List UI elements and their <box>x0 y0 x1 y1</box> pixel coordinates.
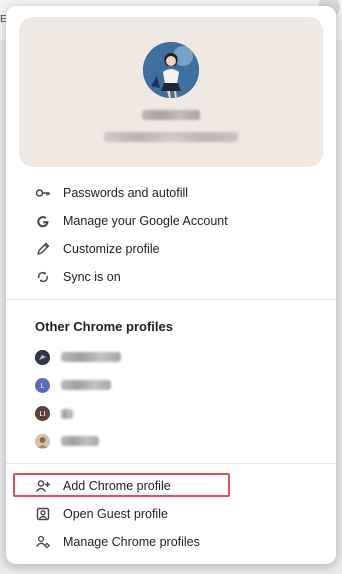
profile-name-redacted <box>61 352 121 362</box>
profile-name-redacted <box>61 380 111 390</box>
profile-avatar-initial: LI <box>35 406 50 421</box>
other-profiles-heading: Other Chrome profiles <box>35 319 173 334</box>
key-icon <box>34 184 52 202</box>
sync-status-item[interactable]: Sync is on <box>6 263 336 291</box>
sync-status-label: Sync is on <box>63 270 121 284</box>
guest-icon <box>34 505 52 523</box>
manage-chrome-profiles-item[interactable]: Manage Chrome profiles <box>6 528 336 556</box>
profile-name-redacted <box>142 110 200 120</box>
profile-email-redacted <box>104 132 238 142</box>
current-profile-card <box>19 17 323 167</box>
divider <box>6 299 336 300</box>
passwords-autofill-label: Passwords and autofill <box>63 186 189 200</box>
pencil-icon <box>34 240 52 258</box>
add-person-icon <box>34 477 52 495</box>
manage-profiles-icon <box>34 533 52 551</box>
profile-avatar-photo <box>35 350 50 365</box>
profile-name-redacted <box>61 436 99 446</box>
profile-name-redacted <box>61 409 73 419</box>
sync-icon <box>34 268 52 286</box>
other-profile-item[interactable]: LI <box>6 399 336 427</box>
divider <box>6 463 336 464</box>
profile-avatar-initial: L <box>35 378 50 393</box>
add-chrome-profile-item[interactable]: Add Chrome profile <box>6 472 336 500</box>
add-chrome-profile-label: Add Chrome profile <box>63 479 171 493</box>
manage-google-account-item[interactable]: Manage your Google Account <box>6 207 336 235</box>
open-guest-profile-item[interactable]: Open Guest profile <box>6 500 336 528</box>
other-profile-item[interactable] <box>6 427 336 455</box>
customize-profile-item[interactable]: Customize profile <box>6 235 336 263</box>
profile-menu: Passwords and autofill Manage your Googl… <box>6 6 336 564</box>
other-profile-item[interactable] <box>6 343 336 371</box>
customize-profile-label: Customize profile <box>63 242 160 256</box>
manage-chrome-profiles-label: Manage Chrome profiles <box>63 535 200 549</box>
other-profile-item[interactable]: L <box>6 371 336 399</box>
profile-avatar[interactable] <box>143 42 199 98</box>
passwords-autofill-item[interactable]: Passwords and autofill <box>6 179 336 207</box>
profile-avatar-photo <box>35 434 50 449</box>
google-g-icon <box>34 212 52 230</box>
manage-google-account-label: Manage your Google Account <box>63 214 228 228</box>
open-guest-profile-label: Open Guest profile <box>63 507 168 521</box>
